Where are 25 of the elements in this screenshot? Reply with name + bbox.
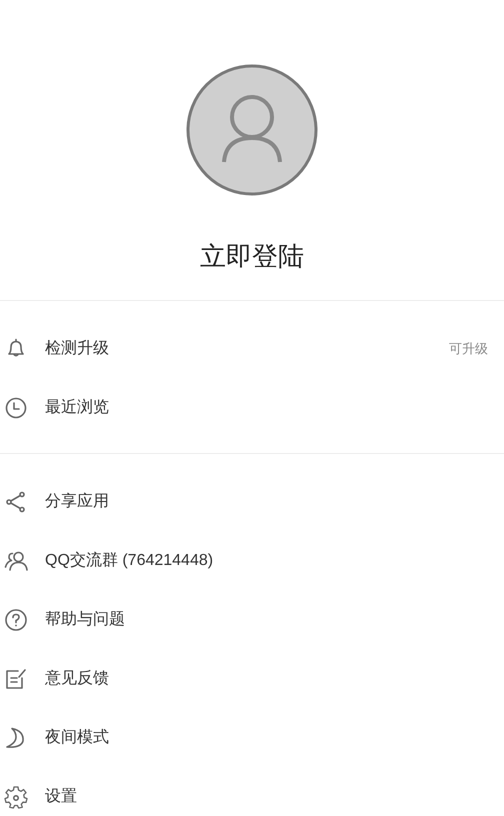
menu-item[interactable]: 最近浏览 (0, 378, 504, 437)
menu-item[interactable]: 夜间模式 (0, 708, 504, 767)
share-icon (4, 490, 28, 514)
gear-icon (4, 784, 28, 808)
menu-item[interactable]: 检测升级 可升级 (0, 319, 504, 378)
menu-label: 设置 (45, 786, 77, 806)
update-status: 可升级 (449, 340, 488, 358)
help-icon (4, 608, 28, 632)
clock-icon (4, 396, 28, 420)
people-icon (4, 548, 28, 572)
menu-label: 最近浏览 (45, 398, 109, 418)
menu-item[interactable]: 意见反馈 (0, 649, 504, 708)
menu-item[interactable]: 设置 (0, 767, 504, 816)
menu-label: 帮助与问题 (45, 610, 125, 630)
menu-label: QQ交流群 (764214448) (45, 550, 214, 570)
note-edit-icon (4, 666, 28, 690)
menu-item[interactable]: 分享应用 (0, 472, 504, 531)
login-link[interactable]: 立即登陆 (200, 238, 304, 274)
menu-item[interactable]: 帮助与问题 (0, 590, 504, 649)
menu-label: 分享应用 (45, 492, 109, 512)
menu-label: 检测升级 (45, 338, 109, 358)
menu-item[interactable]: QQ交流群 (764214448) (0, 531, 504, 590)
avatar[interactable] (186, 64, 318, 196)
menu-label: 夜间模式 (45, 728, 109, 748)
menu-label: 意见反馈 (45, 668, 109, 688)
